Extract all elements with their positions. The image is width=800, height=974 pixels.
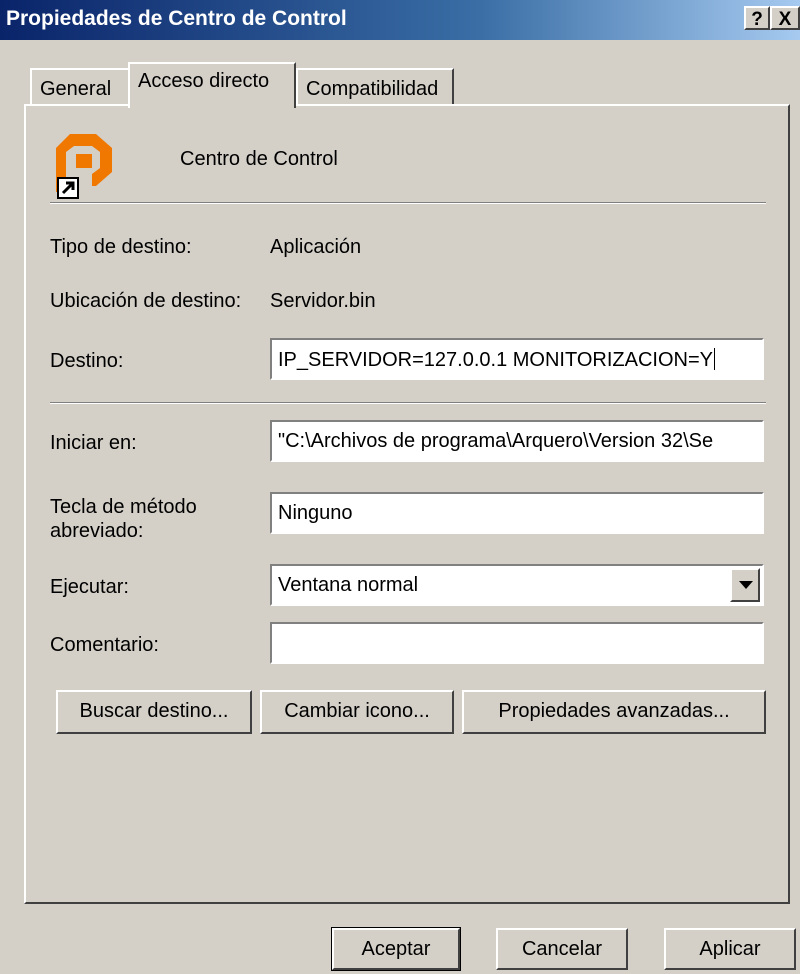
divider [50, 402, 766, 404]
start-in-input-text: "C:\Archivos de programa\Arquero\Version… [278, 430, 714, 452]
run-select-value: Ventana normal [278, 574, 419, 596]
chevron-down-icon[interactable] [730, 568, 760, 602]
hotkey-label-line1: Tecla de método [50, 496, 197, 518]
start-in-label: Iniciar en: [50, 432, 137, 454]
find-target-button[interactable]: Buscar destino... [56, 690, 252, 734]
hotkey-label-line2: abreviado: [50, 520, 144, 542]
tab-shortcut[interactable]: Acceso directo [128, 62, 296, 108]
hotkey-input-text: Ninguno [278, 502, 353, 524]
target-input-text: IP_SERVIDOR=127.0.0.1 MONITORIZACION=Y [278, 349, 713, 371]
target-label: Destino: [50, 350, 124, 372]
run-select[interactable]: Ventana normal [270, 564, 764, 606]
tab-general[interactable]: General [30, 68, 130, 106]
change-icon-button[interactable]: Cambiar icono... [260, 690, 454, 734]
comment-label: Comentario: [50, 634, 159, 656]
target-type-value: Aplicación [270, 236, 362, 258]
run-label: Ejecutar: [50, 576, 129, 598]
text-caret [713, 348, 715, 370]
advanced-properties-button[interactable]: Propiedades avanzadas... [462, 690, 766, 734]
divider [50, 202, 766, 204]
hotkey-input[interactable]: Ninguno [270, 492, 764, 534]
apply-button[interactable]: Aplicar [664, 928, 796, 970]
start-in-input[interactable]: "C:\Archivos de programa\Arquero\Version… [270, 420, 764, 462]
window-title: Propiedades de Centro de Control [6, 7, 347, 30]
close-button[interactable]: X [770, 6, 800, 30]
target-input[interactable]: IP_SERVIDOR=127.0.0.1 MONITORIZACION=Y [270, 338, 764, 380]
cancel-button[interactable]: Cancelar [496, 928, 628, 970]
app-shortcut-icon [48, 126, 124, 202]
shortcut-name: Centro de Control [180, 148, 338, 170]
target-type-label: Tipo de destino: [50, 236, 192, 258]
tab-compatibility[interactable]: Compatibilidad [296, 68, 454, 106]
title-bar[interactable]: Propiedades de Centro de Control ? X [0, 0, 800, 40]
ok-button[interactable]: Aceptar [331, 927, 461, 971]
comment-input[interactable] [270, 622, 764, 664]
help-button[interactable]: ? [744, 6, 770, 30]
target-location-label: Ubicación de destino: [50, 290, 242, 312]
target-location-value: Servidor.bin [270, 290, 376, 312]
